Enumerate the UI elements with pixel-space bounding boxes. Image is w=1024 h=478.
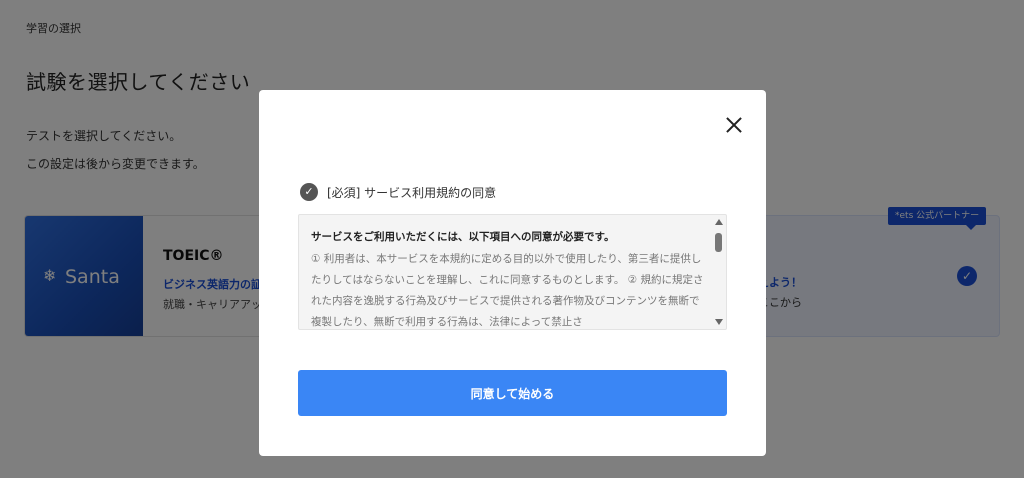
scroll-up-arrow-icon[interactable] [715, 219, 723, 225]
close-icon[interactable] [725, 116, 743, 134]
terms-modal: ✓ [必須] サービス利用規約の同意 サービスをご利用いただくには、以下項目への… [259, 90, 766, 456]
terms-heading: サービスをご利用いただくには、以下項目への同意が必要です。 [311, 231, 615, 243]
agree-checkbox[interactable]: ✓ [必須] サービス利用規約の同意 [300, 183, 496, 201]
scroll-down-arrow-icon[interactable] [715, 319, 723, 325]
scrollbar-thumb[interactable] [715, 233, 722, 252]
terms-body: ① 利用者は、本サービスを本規約に定める目的以外で使用したり、第三者に提供したり… [311, 253, 704, 328]
check-circle-icon: ✓ [300, 183, 318, 201]
agree-label: [必須] サービス利用規約の同意 [327, 185, 497, 200]
terms-content: サービスをご利用いただくには、以下項目への同意が必要です。 ① 利用者は、本サー… [311, 229, 707, 329]
agree-start-button[interactable]: 同意して始める [298, 370, 727, 416]
terms-scroll-box[interactable]: サービスをご利用いただくには、以下項目への同意が必要です。 ① 利用者は、本サー… [298, 214, 727, 330]
terms-scrollbar[interactable] [712, 215, 726, 329]
